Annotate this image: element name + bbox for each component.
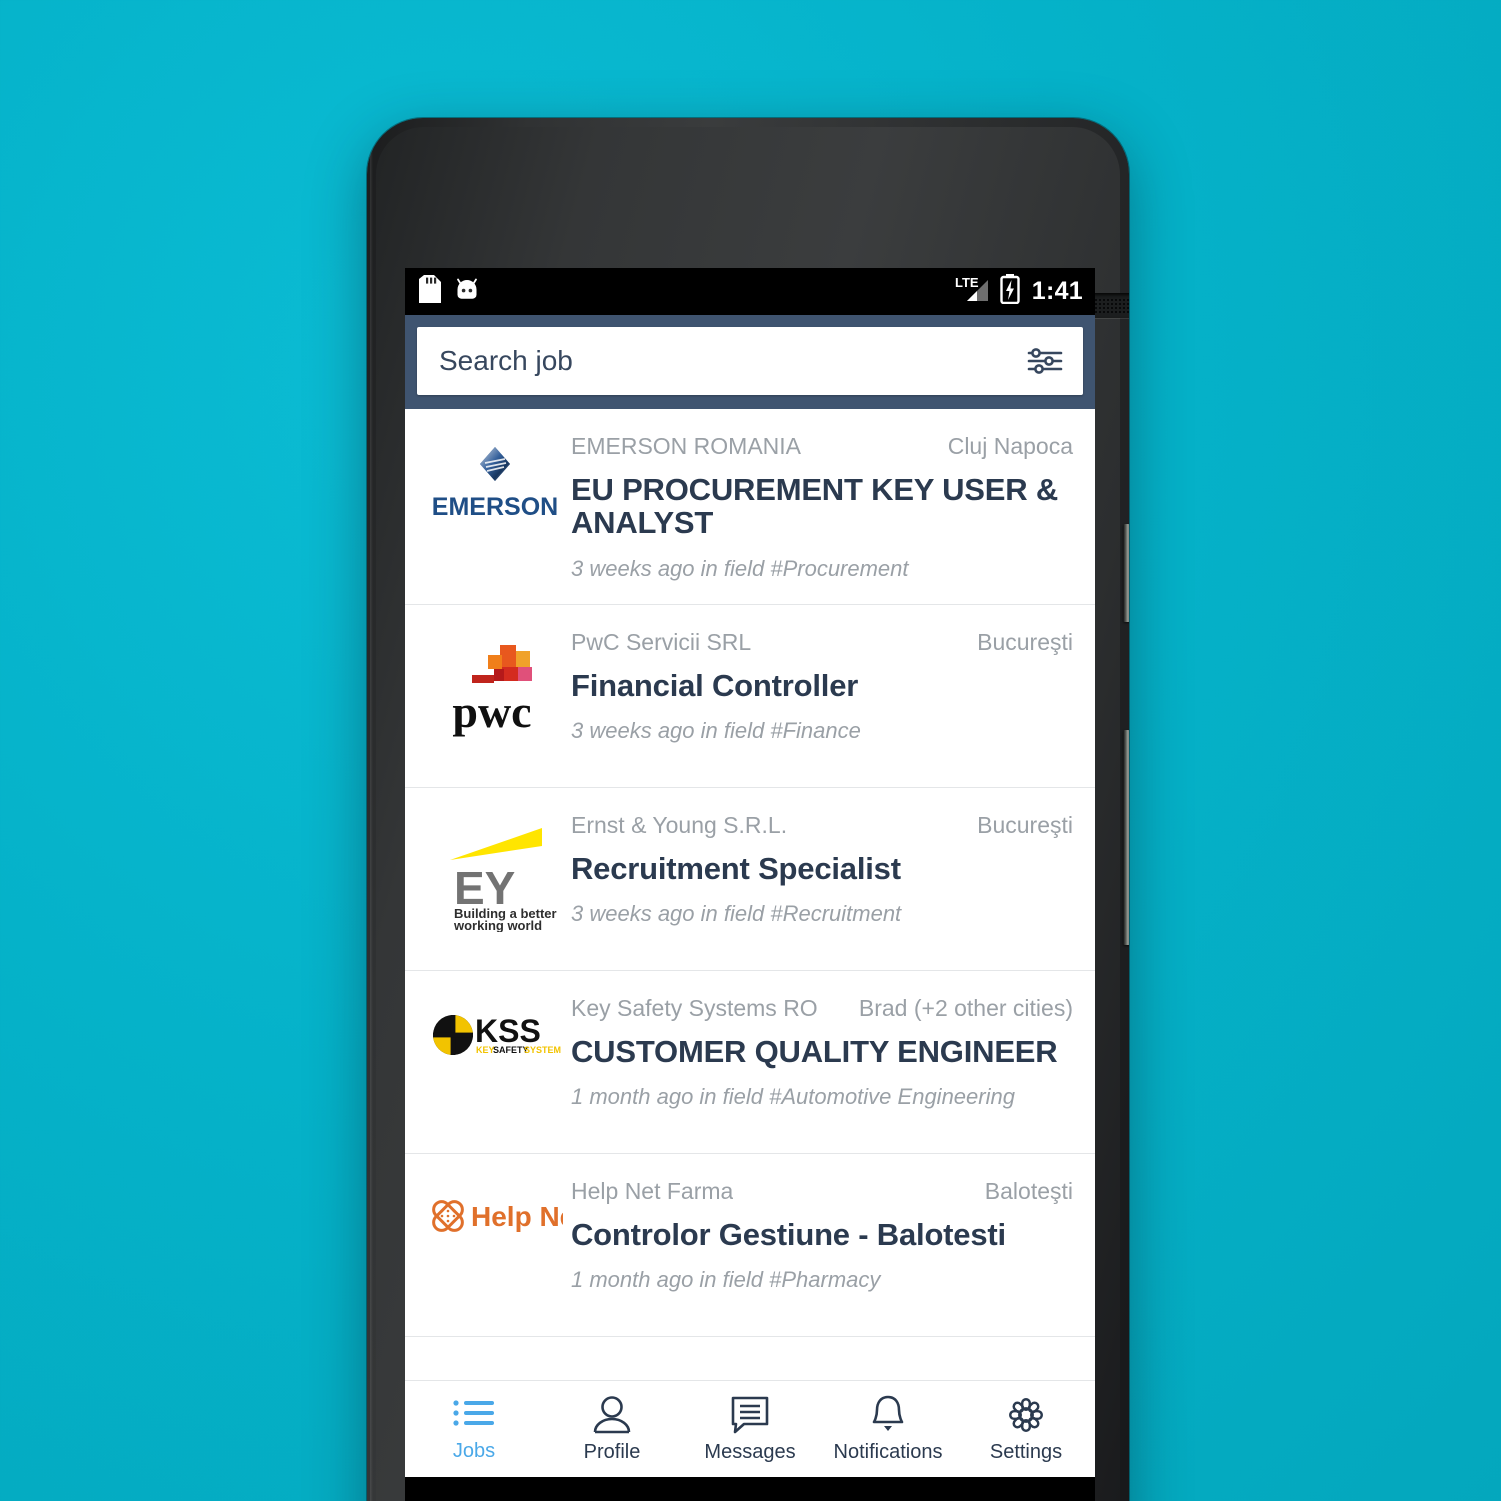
job-city: Cluj Napoca — [947, 433, 1073, 459]
job-list-item[interactable]: EMERSON EMERSON ROMANIA Cluj Napoca EU P… — [405, 409, 1095, 605]
job-company: Ernst & Young S.R.L. — [571, 811, 788, 838]
recents-square-icon[interactable] — [920, 1477, 1040, 1501]
home-circle-icon[interactable] — [690, 1477, 810, 1501]
message-icon — [728, 1394, 772, 1436]
android-navigation-bar — [405, 1477, 1095, 1501]
kss-sub-systems: SYSTEMS — [524, 1045, 561, 1055]
tab-notifications[interactable]: Notifications — [819, 1381, 957, 1477]
status-bar: LTE 1:41 — [405, 268, 1095, 315]
list-icon — [451, 1395, 497, 1435]
status-bar-clock: 1:41 — [1031, 277, 1083, 305]
ey-tagline-line2: working world — [453, 918, 542, 932]
pwc-logo: pwc — [419, 627, 571, 737]
volume-rocker-button[interactable] — [1123, 730, 1129, 945]
emerson-logo-text: EMERSON — [432, 493, 558, 521]
job-company: Key Safety Systems RO — [571, 994, 818, 1021]
tab-label: Jobs — [452, 1440, 496, 1462]
battery-charging-icon — [1000, 273, 1020, 310]
tab-label: Messages — [704, 1441, 796, 1463]
back-triangle-icon[interactable] — [460, 1477, 580, 1501]
phone-edge-highlight — [370, 118, 373, 1501]
tab-profile[interactable]: Profile — [543, 1381, 681, 1477]
search-header — [405, 315, 1095, 409]
job-posted: 1 month ago in field #Automotive Enginee… — [571, 1084, 1015, 1110]
job-posted: 3 weeks ago in field #Recruitment — [571, 901, 902, 927]
job-posted: 3 weeks ago in field #Procurement — [571, 555, 909, 581]
kss-logo: KSS KEY SAFETY SYSTEMS — [419, 993, 571, 1063]
pwc-logo-text: pwc — [452, 686, 531, 737]
job-company: EMERSON ROMANIA — [571, 433, 802, 459]
bell-icon — [866, 1394, 910, 1436]
person-icon — [590, 1394, 634, 1436]
job-city: Bucureşti — [977, 628, 1073, 655]
job-list-item[interactable]: KSS KEY SAFETY SYSTEMS Key Safety System… — [405, 971, 1095, 1154]
helpnet-logo-text: Help Net — [471, 1201, 563, 1232]
phone-screen: LTE 1:41 Search job EMERSON EMERSON ROMA… — [405, 268, 1095, 1501]
kss-sub-key: KEY — [476, 1045, 495, 1055]
tab-label: Settings — [989, 1441, 1063, 1463]
search-bar[interactable] — [417, 327, 1083, 395]
power-button[interactable] — [1123, 524, 1129, 622]
job-posted: 1 month ago in field #Pharmacy — [571, 1267, 881, 1293]
job-list[interactable]: EMERSON EMERSON ROMANIA Cluj Napoca EU P… — [405, 409, 1095, 1344]
kss-logo-text: KSS — [475, 1013, 541, 1049]
job-title: Financial Controller — [571, 667, 859, 703]
bottom-tab-bar: Jobs Profile Messages Notifications Sett… — [405, 1380, 1095, 1477]
gear-icon — [1004, 1394, 1048, 1436]
ey-logo: EY Building a better working world — [419, 810, 571, 932]
tab-settings[interactable]: Settings — [957, 1381, 1095, 1477]
tab-label: Notifications — [833, 1441, 943, 1463]
job-city: Baloteşti — [984, 1177, 1073, 1204]
helpnet-logo: Help Net — [419, 1176, 571, 1242]
job-company: PwC Servicii SRL — [571, 628, 752, 655]
phone-device: LTE 1:41 Search job EMERSON EMERSON ROMA… — [367, 118, 1129, 1501]
tab-jobs[interactable]: Jobs — [405, 1381, 543, 1477]
job-list-item[interactable]: EY Building a better working world Ernst… — [405, 788, 1095, 971]
job-title: CUSTOMER QUALITY ENGINEER — [571, 1033, 1058, 1069]
emerson-logo: EMERSON — [419, 431, 571, 523]
job-list-item[interactable]: pwc PwC Servicii SRL Bucureşti Financial… — [405, 605, 1095, 788]
job-company: Help Net Farma — [571, 1177, 734, 1204]
job-city: Bucureşti — [977, 811, 1073, 838]
job-city: Brad (+2 other cities) — [858, 994, 1073, 1021]
sd-card-icon — [419, 274, 441, 309]
network-signal-icon: LTE — [955, 274, 991, 310]
job-posted: 3 weeks ago in field #Finance — [571, 718, 861, 744]
job-title: Recruitment Specialist — [571, 850, 901, 886]
svg-text:LTE: LTE — [955, 275, 979, 290]
android-icon — [454, 276, 480, 308]
tab-messages[interactable]: Messages — [681, 1381, 819, 1477]
search-input[interactable] — [439, 345, 1025, 377]
job-title: EU PROCUREMENT KEY USER & ANALYST — [571, 472, 1059, 541]
job-title: Controlor Gestiune - Balotesti — [571, 1216, 1006, 1252]
filter-sliders-icon[interactable] — [1025, 345, 1065, 377]
tab-label: Profile — [583, 1441, 641, 1463]
job-list-item[interactable]: Help Net Help Net Farma Baloteşti Contro… — [405, 1154, 1095, 1337]
